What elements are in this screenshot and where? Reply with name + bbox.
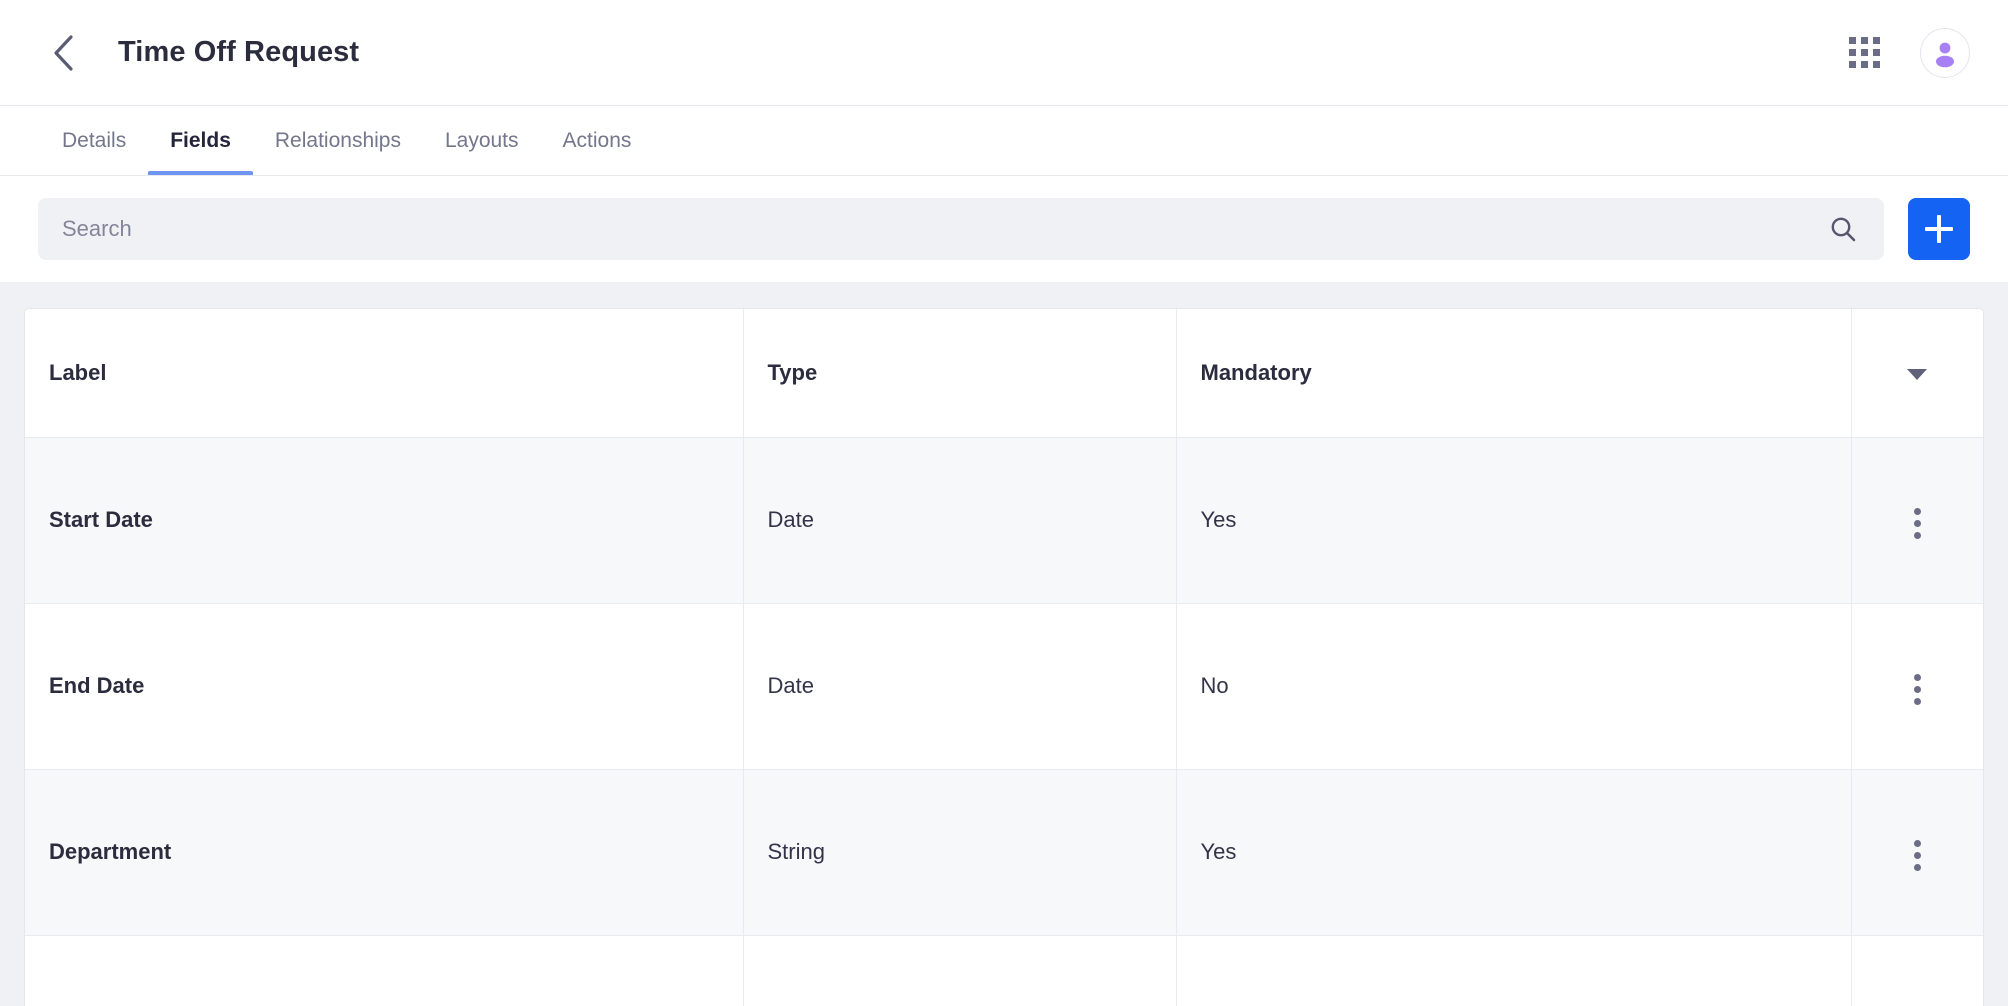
table-row[interactable]: End Date Date No [25,603,1983,769]
add-field-button[interactable] [1908,198,1970,260]
tab-bar: Details Fields Relationships Layouts Act… [0,106,2008,176]
caret-down-icon[interactable] [1907,368,1928,380]
grid-cell [1849,49,1856,56]
cell-mandatory: No [1176,603,1852,769]
fields-table: Label Type Mandatory Start Date Date Yes… [25,309,1983,1006]
cell-label: Start Date [25,437,744,603]
tab-label: Layouts [444,128,519,152]
grid-cell [1873,49,1880,56]
table-body: Start Date Date Yes End Date Date No Dep… [25,437,1983,1006]
tab-details[interactable]: Details [40,106,148,175]
cell-label: End Date [25,603,744,769]
cell-label: Comments [25,935,744,1006]
kebab-dot [1913,532,1921,539]
kebab-menu-icon[interactable] [1908,668,1927,711]
search-toolbar [0,176,2008,282]
column-header-label[interactable]: Label [25,309,744,438]
column-header-mandatory[interactable]: Mandatory [1176,309,1852,438]
page-title: Time Off Request [118,36,360,68]
cell-mandatory: Yes [1176,437,1852,603]
tab-label: Actions [562,128,632,152]
kebab-dot [1913,840,1921,847]
table-row[interactable]: Comments String No [25,935,1983,1006]
column-header-text: Label [49,359,107,385]
table-header-row: Label Type Mandatory [25,309,1983,438]
cell-mandatory: Yes [1176,769,1852,935]
plus-icon [1925,215,1953,243]
cell-type: Date [743,603,1177,769]
tab-label: Fields [170,128,231,152]
grid-cell [1861,61,1868,68]
column-header-text: Type [767,359,818,385]
fields-table-card: Label Type Mandatory Start Date Date Yes… [24,308,1984,1006]
kebab-dot [1913,520,1921,527]
kebab-dot [1913,698,1921,705]
content-area: Label Type Mandatory Start Date Date Yes… [0,282,2008,1006]
tab-fields[interactable]: Fields [148,106,253,175]
avatar[interactable] [1920,27,1970,78]
cell-row-menu [1851,935,1983,1006]
app-root: Time Off Request Details Fields Relation… [0,0,2008,1006]
kebab-dot [1913,508,1921,515]
column-header-type[interactable]: Type [743,309,1177,438]
kebab-menu-icon[interactable] [1908,502,1927,545]
column-header-text: Mandatory [1200,359,1312,385]
kebab-dot [1913,852,1921,859]
cell-type: String [743,935,1177,1006]
column-header-options[interactable] [1851,309,1983,438]
table-header: Label Type Mandatory [25,309,1983,438]
grid-cell [1849,37,1856,44]
kebab-menu-icon[interactable] [1908,834,1927,877]
cell-label: Department [25,769,744,935]
kebab-dot [1913,674,1921,681]
tab-layouts[interactable]: Layouts [423,106,541,175]
cell-type: Date [743,437,1177,603]
table-row[interactable]: Start Date Date Yes [25,437,1983,603]
search-input[interactable] [62,216,1828,242]
user-avatar-icon [1936,42,1954,67]
tab-label: Details [62,128,127,152]
grid-cell [1861,37,1868,44]
tab-label: Relationships [274,128,401,152]
top-header-bar: Time Off Request [0,0,2008,106]
tab-actions[interactable]: Actions [541,106,654,175]
grid-cell [1873,61,1880,68]
search-box[interactable] [38,198,1884,260]
kebab-dot [1913,864,1921,871]
grid-cell [1873,37,1880,44]
cell-row-menu [1851,437,1983,603]
back-button[interactable] [42,31,86,75]
tab-relationships[interactable]: Relationships [253,106,423,175]
kebab-dot [1913,686,1921,693]
cell-type: String [743,769,1177,935]
cell-row-menu [1851,769,1983,935]
grid-cell [1861,49,1868,56]
apps-grid-icon[interactable] [1849,37,1880,68]
chevron-left-icon [54,34,73,71]
cell-mandatory: No [1176,935,1852,1006]
kebab-menu-icon[interactable] [1908,1000,1927,1006]
grid-cell [1849,61,1856,68]
cell-row-menu [1851,603,1983,769]
table-row[interactable]: Department String Yes [25,769,1983,935]
search-icon[interactable] [1828,214,1858,244]
